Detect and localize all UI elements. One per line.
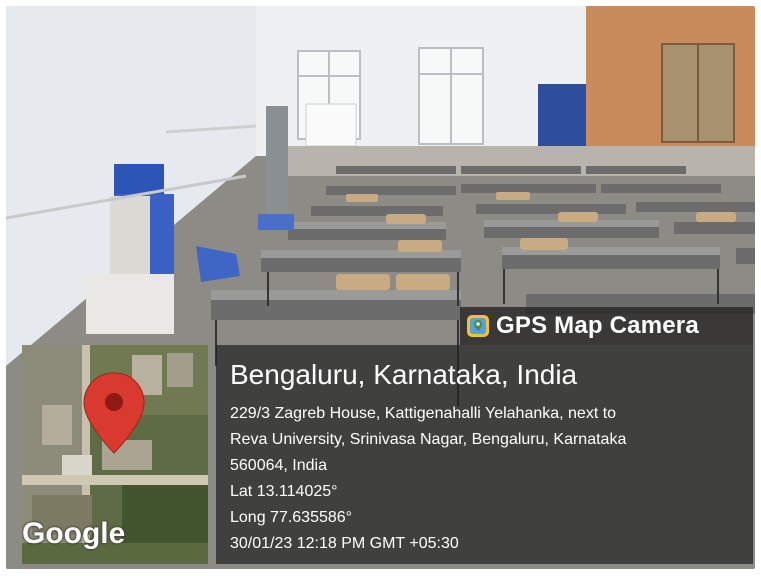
app-name: GPS Map Camera [496,312,699,339]
address-line: Reva University, Srinivasa Nagar, Bengal… [230,431,627,448]
longitude-text: Long 77.635586° [230,509,353,526]
address-line: 560064, India [230,457,327,474]
google-logo: Google [22,517,126,550]
gps-map-camera-icon [467,315,489,337]
location-map-thumbnail: Google [22,345,208,564]
address-block: 229/3 Zagreb House, Kattigenahalli Yelah… [230,401,740,557]
location-title: Bengaluru, Karnataka, India [230,359,578,390]
timestamp-text: 30/01/23 12:18 PM GMT +05:30 [230,535,459,552]
photo-frame: Google GPS Map Camera Bengaluru, Karnata… [0,0,761,576]
latitude-text: Lat 13.114025° [230,483,338,500]
app-badge: GPS Map Camera [460,307,753,345]
address-line: 229/3 Zagreb House, Kattigenahalli Yelah… [230,405,617,422]
location-info-panel: Bengaluru, Karnataka, India 229/3 Zagreb… [216,345,753,564]
